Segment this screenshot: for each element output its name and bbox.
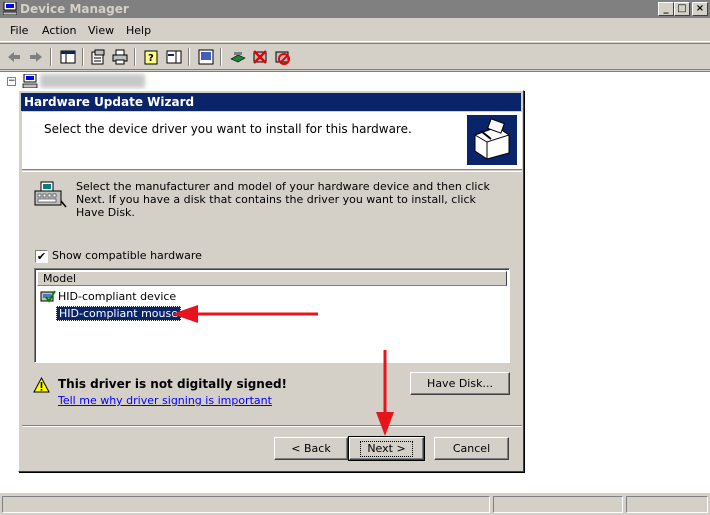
toolbar-separator xyxy=(50,48,52,66)
menu-action[interactable]: Action xyxy=(42,24,76,37)
disable-icon[interactable] xyxy=(274,49,290,65)
menu-bar: File Action View Help xyxy=(0,20,710,42)
column-header-model[interactable]: Model xyxy=(37,271,507,286)
svg-text:?: ? xyxy=(148,53,154,64)
have-disk-button[interactable]: Have Disk... xyxy=(410,372,510,395)
toolbar-separator xyxy=(188,48,190,66)
wizard-header-text: Select the device driver you want to ins… xyxy=(44,122,412,136)
button-area-divider xyxy=(22,425,522,427)
minimize-button[interactable]: _ xyxy=(658,2,674,16)
scan-hardware-icon[interactable] xyxy=(198,49,214,65)
device-installation-icon xyxy=(34,181,67,208)
toolbar: ? xyxy=(0,43,710,70)
computer-name-redacted xyxy=(40,74,145,88)
action-pane-icon[interactable] xyxy=(166,49,182,65)
help-icon[interactable]: ? xyxy=(144,49,160,65)
close-button[interactable]: × xyxy=(692,2,708,16)
forward-icon[interactable] xyxy=(28,49,44,65)
warning-icon xyxy=(33,377,50,393)
console-tree-icon[interactable] xyxy=(60,49,76,65)
header-separator xyxy=(22,171,522,172)
uninstall-icon[interactable] xyxy=(252,49,268,65)
certified-driver-icon xyxy=(40,290,56,303)
list-item-label: HID-compliant mouse xyxy=(56,306,181,321)
tree-collapse-toggle[interactable]: − xyxy=(7,77,16,86)
menu-file[interactable]: File xyxy=(10,24,28,37)
wizard-instructions: Select the manufacturer and model of you… xyxy=(76,180,490,219)
update-driver-icon[interactable] xyxy=(230,49,246,65)
maximize-button[interactable]: □ xyxy=(674,2,690,16)
toolbar-separator xyxy=(82,48,84,66)
window-title: Device Manager xyxy=(20,2,129,16)
unsigned-driver-warning: This driver is not digitally signed! xyxy=(58,377,288,391)
wizard-header: Select the device driver you want to ins… xyxy=(22,112,522,170)
show-compatible-label[interactable]: Show compatible hardware xyxy=(52,249,202,262)
status-bar xyxy=(0,493,710,515)
menu-help[interactable]: Help xyxy=(126,24,151,37)
status-panel xyxy=(2,496,490,513)
wizard-title: Hardware Update Wizard xyxy=(24,95,195,109)
toolbar-separator xyxy=(134,48,136,66)
computer-icon xyxy=(3,2,17,15)
print-icon[interactable] xyxy=(112,49,128,65)
status-panel xyxy=(493,496,623,513)
show-compatible-checkbox[interactable]: ✔ xyxy=(35,250,48,263)
back-button[interactable]: < Back xyxy=(274,437,348,460)
toolbar-separator xyxy=(220,48,222,66)
menu-view[interactable]: View xyxy=(88,24,114,37)
driver-signing-link[interactable]: Tell me why driver signing is important xyxy=(58,394,272,407)
properties-icon[interactable] xyxy=(90,49,106,65)
window-title-bar[interactable]: Device Manager _ □ × xyxy=(0,0,710,18)
next-button-label: Next > xyxy=(360,440,413,457)
status-panel xyxy=(626,496,708,513)
list-item-label: HID-compliant device xyxy=(58,290,177,303)
hardware-wizard-icon xyxy=(467,115,517,165)
next-button[interactable]: Next > xyxy=(348,436,425,461)
model-list[interactable]: Model HID-compliant device HID-compliant… xyxy=(34,268,510,363)
cancel-button[interactable]: Cancel xyxy=(434,437,509,460)
computer-icon xyxy=(22,74,38,88)
back-icon[interactable] xyxy=(6,49,22,65)
hardware-update-wizard: Hardware Update Wizard Select the device… xyxy=(18,90,524,472)
wizard-title-bar[interactable]: Hardware Update Wizard xyxy=(21,93,521,111)
